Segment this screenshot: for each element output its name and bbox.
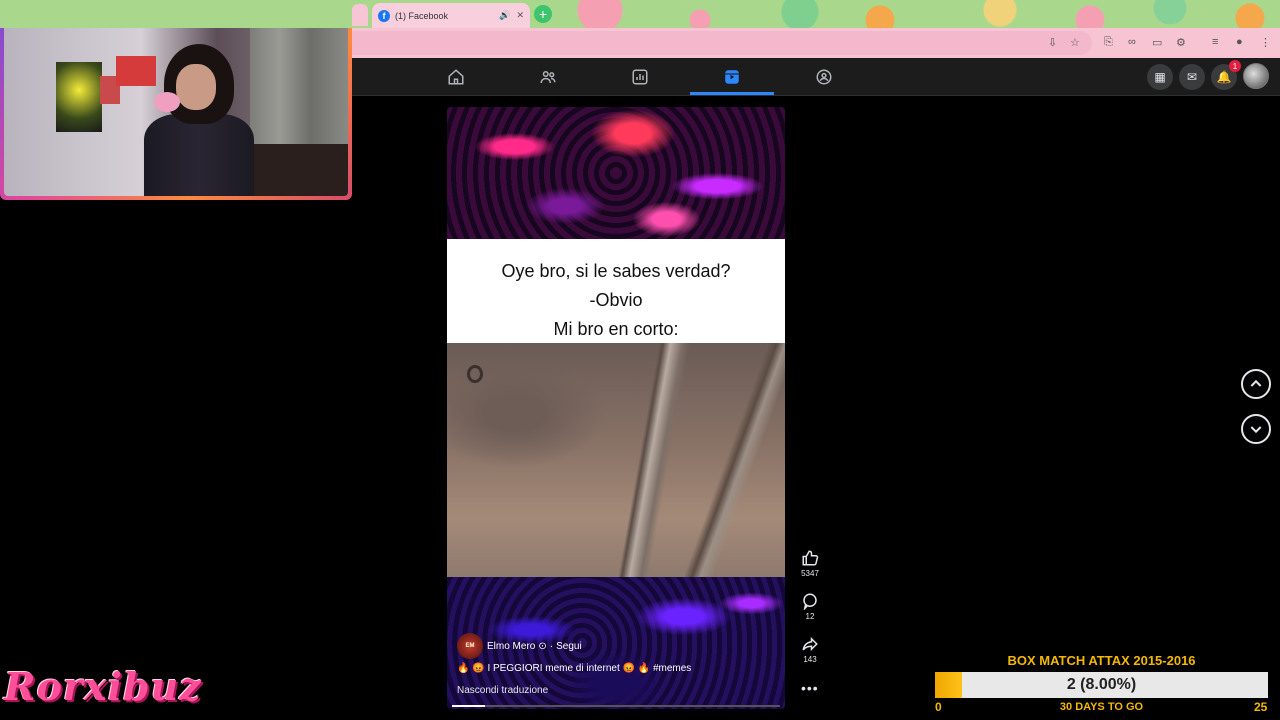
reel-video-frame [447,343,785,577]
browser-chrome: f (1) Facebook 🔊 ✕ + ⇩ ☆ ⎘ ∞ ▭ ⚙ ≡ ● ⋮ [0,0,1280,58]
nav-groups[interactable] [782,58,866,95]
microphone [154,92,180,112]
dashboard-icon [632,69,648,84]
messenger-icon: ✉ [1186,70,1198,84]
caption-line: -Obvio [589,290,643,310]
separator-dot: · [549,640,554,652]
bell-icon: 🔔 [1216,70,1232,84]
comment-button[interactable]: 12 [795,592,825,621]
new-tab-button[interactable]: + [534,5,552,23]
share-icon [802,636,818,652]
chevron-down-icon [1250,426,1262,434]
nav-friends[interactable] [506,58,590,95]
streamer-body [144,114,254,196]
comment-count: 12 [805,612,815,621]
profile-avatar[interactable] [1243,63,1269,89]
nav-dashboard[interactable] [598,58,682,95]
notification-badge: 1 [1229,60,1241,72]
tab-title: (1) Facebook [395,10,449,21]
kebab-menu-icon[interactable]: ⋮ [1260,36,1271,49]
nav-reels[interactable] [690,58,774,95]
share-count: 143 [803,655,817,664]
caption-line: Mi bro en corto: [553,319,679,339]
grid-icon: ▦ [1154,70,1166,84]
share-button[interactable]: 143 [795,635,825,664]
goal-progress-bar: 2 (8.00%) [935,672,1268,698]
reel-description: 🔥 😡 I PEGGIORI meme di internet 😡 🔥 #mem… [457,663,692,674]
groups-icon [816,69,832,84]
reel-background-top [447,107,785,239]
tab-facebook[interactable]: f (1) Facebook 🔊 ✕ [372,3,530,28]
like-button[interactable]: 5347 [795,549,825,578]
address-bar: ⇩ ☆ ⎘ ∞ ▭ ⚙ ≡ ● ⋮ [352,28,1280,58]
reel-author[interactable]: EM Elmo Mero ⊙ · Segui [457,633,582,659]
more-options-button[interactable]: ••• [801,680,819,696]
translate-icon[interactable]: ⎘ [1104,36,1113,49]
friends-icon [540,70,556,83]
video-detail [467,365,483,383]
goal-max: 25 [1254,700,1268,714]
home-icon [448,68,464,84]
goal-progress-text: 2 (8.00%) [1066,676,1137,693]
streamer-logo: Rorxibuz [4,664,202,709]
reels-icon [725,69,739,84]
tab-strip [0,0,1280,28]
tab-close-icon[interactable]: ✕ [516,10,524,21]
install-icon[interactable]: ⇩ [1048,36,1057,49]
extension-icon[interactable]: ⚙ [1176,36,1186,49]
messenger-button[interactable]: ✉ [1179,64,1205,90]
bookmark-star-icon[interactable]: ☆ [1070,36,1080,49]
previous-reel-button[interactable] [1241,369,1271,399]
menu-lines-icon[interactable]: ≡ [1212,36,1218,48]
goal-days-left: 30 DAYS TO GO [1059,701,1144,713]
verified-icon: ⊙ [538,640,547,652]
streamer-face [176,64,216,110]
facebook-top-nav: ▦ ✉ 🔔 [352,58,1280,96]
reel-video-player[interactable]: Oye bro, si le sabes verdad? -Obvio Mi b… [447,107,785,709]
nav-active-indicator [690,92,774,95]
menu-grid-button[interactable]: ▦ [1147,64,1173,90]
caption-line: Oye bro, si le sabes verdad? [501,261,731,281]
wall-shelf [116,56,156,86]
author-avatar[interactable]: EM [457,633,483,659]
link-icon[interactable]: ∞ [1128,36,1136,48]
chevron-up-icon [1250,379,1262,387]
facebook-favicon-icon: f [378,9,390,22]
follow-button[interactable]: Segui [556,641,582,652]
omnibox[interactable] [352,31,1092,55]
thumbs-up-icon [802,550,819,566]
hide-translation-link[interactable]: Nascondi traduzione [457,685,548,696]
speaker-icon[interactable]: 🔊 [499,10,510,21]
next-reel-button[interactable] [1241,414,1271,444]
reading-icon[interactable]: ▭ [1152,36,1162,49]
previous-tab[interactable] [352,4,368,26]
reel-progress-fill [452,705,485,707]
goal-title: BOX MATCH ATTAX 2015-2016 [1007,653,1196,668]
like-count: 5347 [801,569,819,578]
reel-caption-box: Oye bro, si le sabes verdad? -Obvio Mi b… [447,239,785,343]
comment-icon [803,593,817,610]
nav-home[interactable] [414,58,498,95]
reel-progress-bar[interactable] [452,705,780,707]
wall-poster [56,62,102,132]
author-name[interactable]: Elmo Mero [487,641,535,652]
profile-icon[interactable]: ● [1236,36,1243,48]
